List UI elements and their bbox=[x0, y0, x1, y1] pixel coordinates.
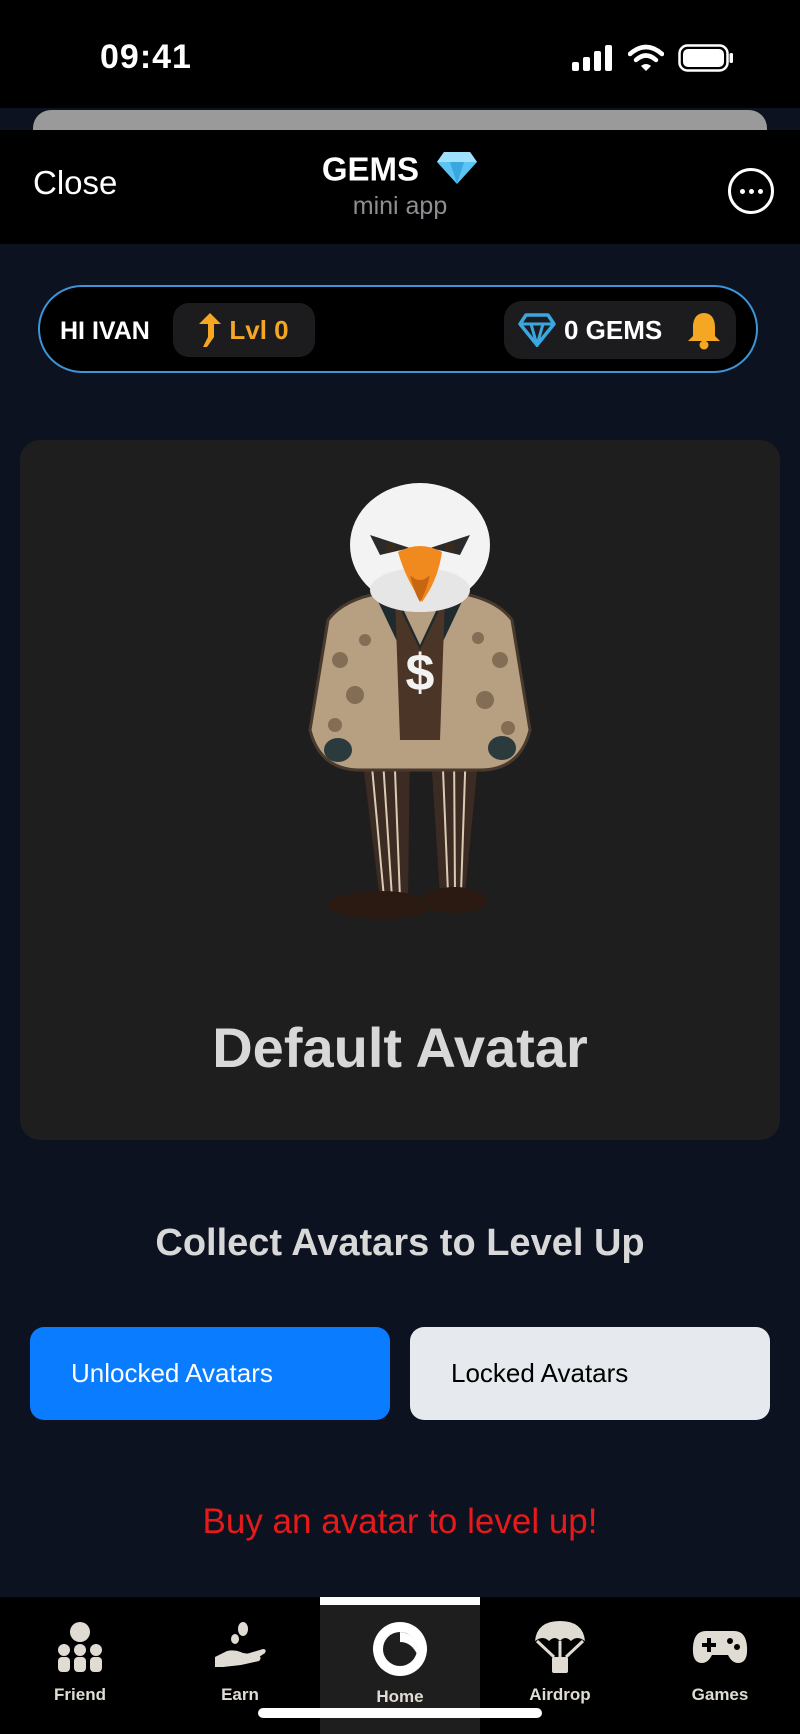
sheet-handle-area bbox=[33, 110, 767, 130]
nav-label-airdrop: Airdrop bbox=[529, 1685, 591, 1704]
nav-label-home: Home bbox=[376, 1687, 424, 1706]
eagle-avatar-image: $ bbox=[308, 483, 532, 919]
home-indicator bbox=[258, 1708, 542, 1718]
battery-icon bbox=[678, 44, 733, 72]
wifi-icon bbox=[628, 44, 664, 71]
greeting-text: HI IVAN bbox=[60, 317, 150, 345]
friends-icon bbox=[58, 1622, 102, 1672]
level-text: Lvl 0 bbox=[229, 314, 289, 345]
user-info-bar: HI IVAN Lvl 0 0 GEMS bbox=[38, 285, 758, 373]
nav-item-friend[interactable]: Friend bbox=[0, 1597, 160, 1734]
more-options-button[interactable] bbox=[728, 168, 774, 214]
avatar-name: Default Avatar bbox=[212, 1016, 588, 1079]
status-time: 09:41 bbox=[100, 38, 192, 76]
gems-count: 0 GEMS bbox=[564, 314, 663, 345]
level-badge[interactable]: Lvl 0 bbox=[173, 303, 315, 357]
gamepad-icon bbox=[692, 1631, 748, 1663]
avatar-card: $ Default Avatar bbox=[20, 440, 780, 1140]
buy-avatar-message: Buy an avatar to level up! bbox=[202, 1502, 598, 1541]
nav-label-friend: Friend bbox=[54, 1685, 106, 1704]
bell-icon[interactable] bbox=[686, 310, 722, 350]
gems-balance[interactable]: 0 GEMS bbox=[504, 301, 736, 359]
diamond-outline-icon bbox=[518, 313, 556, 347]
nav-label-earn: Earn bbox=[221, 1685, 259, 1704]
home-icon bbox=[373, 1622, 427, 1676]
nav-item-games[interactable]: Games bbox=[640, 1597, 800, 1734]
tab-unlocked-avatars[interactable]: Unlocked Avatars bbox=[30, 1327, 390, 1420]
nav-label-games: Games bbox=[691, 1685, 749, 1704]
earn-icon bbox=[215, 1622, 266, 1667]
app-subtitle: mini app bbox=[352, 192, 448, 220]
status-icons bbox=[572, 44, 734, 72]
app-header: Close GEMS mini app bbox=[0, 130, 800, 244]
svg-text:$: $ bbox=[406, 644, 435, 702]
status-bar: 09:41 bbox=[0, 0, 800, 108]
airdrop-icon bbox=[535, 1621, 585, 1673]
level-up-arrow-icon bbox=[199, 313, 222, 347]
diamond-icon bbox=[436, 150, 478, 194]
app-title-text: GEMS bbox=[321, 150, 419, 188]
tab-locked-avatars[interactable]: Locked Avatars bbox=[410, 1327, 770, 1420]
signal-icon bbox=[572, 45, 612, 71]
app-title: GEMS bbox=[0, 150, 800, 194]
collect-heading: Collect Avatars to Level Up bbox=[155, 1222, 645, 1264]
